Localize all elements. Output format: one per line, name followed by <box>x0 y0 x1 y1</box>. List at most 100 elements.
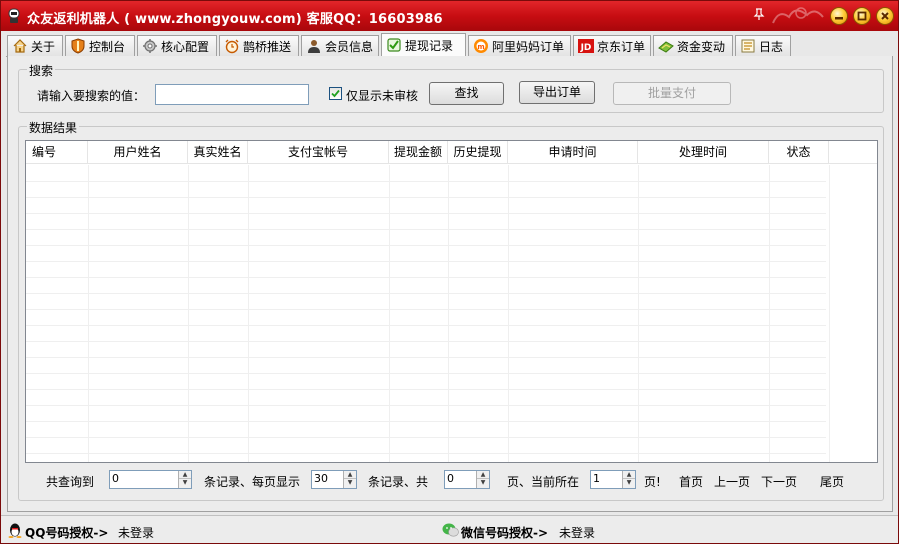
app-window: 众友返利机器人 ( www.zhongyouw.com) 客服QQ：166039… <box>0 0 899 544</box>
tab-label: 控制台 <box>89 39 126 54</box>
wechat-auth-label: 微信号码授权-> <box>461 526 549 540</box>
pager-total-label: 共查询到 <box>46 475 95 489</box>
column-header-real-name[interactable]: 真实姓名 <box>188 141 248 164</box>
tab-member-info[interactable]: 会员信息 <box>301 35 379 56</box>
tab-label: 会员信息 <box>325 39 374 54</box>
search-group-title: 搜索 <box>27 62 56 79</box>
column-header-id[interactable]: 编号 <box>26 141 88 164</box>
spin-up-icon[interactable]: ▲ <box>477 471 489 479</box>
maximize-icon <box>857 11 867 21</box>
spin-up-icon[interactable]: ▲ <box>623 471 635 479</box>
title-bar[interactable]: 众友返利机器人 ( www.zhongyouw.com) 客服QQ：166039… <box>1 1 898 31</box>
tab-console[interactable]: 控制台 <box>65 35 135 56</box>
pager-page-suffix: 页! <box>644 475 661 489</box>
search-input[interactable] <box>155 84 309 105</box>
grid-column-line <box>829 165 830 462</box>
tab-withdraw-records[interactable]: 提现记录 <box>381 33 466 56</box>
pin-icon[interactable] <box>753 7 765 21</box>
gear-icon <box>143 39 157 53</box>
alarm-clock-icon <box>225 39 239 54</box>
column-header-apply-time[interactable]: 申请时间 <box>508 141 638 164</box>
total-records-field[interactable]: 0 ▲ ▼ <box>109 470 192 489</box>
home-icon <box>13 39 27 53</box>
tab-label: 资金变动 <box>677 39 726 54</box>
tab-label: 鹊桥推送 <box>243 39 292 54</box>
grid-column-line <box>248 165 249 462</box>
spin-up-icon[interactable]: ▲ <box>344 471 356 479</box>
close-button[interactable] <box>876 7 894 25</box>
pager-pages-label: 条记录、共 <box>368 475 429 489</box>
spin-down-icon[interactable]: ▼ <box>477 479 489 487</box>
minimize-icon <box>835 17 843 20</box>
grid-column-line <box>389 165 390 462</box>
tab-fund-changes[interactable]: 资金变动 <box>653 35 733 56</box>
per-page-value: 30 <box>314 472 328 485</box>
column-header-withdraw-history[interactable]: 历史提现 <box>448 141 508 164</box>
column-header-process-time[interactable]: 处理时间 <box>638 141 769 164</box>
total-pages-field[interactable]: 0 ▲ ▼ <box>444 470 490 489</box>
find-button[interactable]: 查找 <box>429 82 504 105</box>
robot-app-icon <box>8 8 20 23</box>
tab-label: 京东订单 <box>597 39 646 54</box>
column-header-alipay-account[interactable]: 支付宝帐号 <box>248 141 389 164</box>
column-header-withdraw-amount[interactable]: 提现金额 <box>389 141 448 164</box>
spin-down-icon[interactable]: ▼ <box>179 479 191 487</box>
tab-jd-orders[interactable]: JD 京东订单 <box>573 35 651 56</box>
last-page-link[interactable]: 尾页 <box>820 473 844 490</box>
grid-column-line <box>769 165 770 462</box>
spin-down-icon[interactable]: ▼ <box>344 479 356 487</box>
batch-pay-button-label: 批量支付 <box>647 86 696 100</box>
per-page-field[interactable]: 30 ▲ ▼ <box>311 470 357 489</box>
grid-column-line <box>508 165 509 462</box>
first-page-link[interactable]: 首页 <box>679 473 703 490</box>
maximize-button[interactable] <box>853 7 871 25</box>
svg-text:m: m <box>477 43 484 51</box>
total-pages-value: 0 <box>447 472 454 485</box>
status-bar: QQ号码授权-> 未登录 微信号码授权-> 未登录 <box>1 515 898 543</box>
minimize-button[interactable] <box>830 7 848 25</box>
log-icon <box>741 39 755 53</box>
spin-down-icon[interactable]: ▼ <box>623 479 635 487</box>
table-body <box>26 165 877 462</box>
tab-log[interactable]: 日志 <box>735 35 791 56</box>
spin-arrows[interactable]: ▲ ▼ <box>476 471 489 488</box>
total-records-value: 0 <box>112 472 119 485</box>
checkbox-icon <box>387 38 401 52</box>
grid-column-line <box>448 165 449 462</box>
spin-up-icon[interactable]: ▲ <box>179 471 191 479</box>
results-table[interactable]: 编号 用户姓名 真实姓名 支付宝帐号 提现金额 历史提现 申请时间 处理时间 状… <box>25 140 878 463</box>
unreviewed-only-label[interactable]: 仅显示未审核 <box>346 87 418 104</box>
tab-about[interactable]: 关于 <box>7 35 63 56</box>
cloud-decoration-icon <box>772 7 824 24</box>
close-icon <box>881 12 889 20</box>
search-group: 搜索 请输入要搜索的值： 仅显示未审核 查找 导出订单 批量支付 <box>18 62 884 113</box>
spin-arrows[interactable]: ▲ ▼ <box>178 471 191 488</box>
column-header-status[interactable]: 状态 <box>769 141 829 164</box>
tab-bar: 关于 控制台 核心配置 鹊桥推送 会员信息 提现记录 m 阿里妈妈订单 JD 京… <box>7 33 892 57</box>
grid-row-line <box>26 213 826 214</box>
grid-row-line <box>26 261 826 262</box>
batch-pay-button[interactable]: 批量支付 <box>613 82 731 105</box>
grid-row-line <box>26 453 826 454</box>
pager-per-page-label: 条记录、每页显示 <box>204 475 301 489</box>
prev-page-link[interactable]: 上一页 <box>714 473 750 490</box>
next-page-link[interactable]: 下一页 <box>761 473 797 490</box>
grid-row-line <box>26 309 826 310</box>
export-orders-button[interactable]: 导出订单 <box>519 81 595 104</box>
spin-arrows[interactable]: ▲ ▼ <box>622 471 635 488</box>
wechat-icon <box>442 523 459 537</box>
checkmark-icon <box>331 89 340 98</box>
grid-row-line <box>26 405 826 406</box>
unreviewed-only-checkbox[interactable] <box>329 87 342 100</box>
tab-bridge-push[interactable]: 鹊桥推送 <box>219 35 299 56</box>
wechat-auth-status: 未登录 <box>559 526 596 540</box>
spin-arrows[interactable]: ▲ ▼ <box>343 471 356 488</box>
grid-row-line <box>26 341 826 342</box>
grid-row-line <box>26 389 826 390</box>
tab-alimama-orders[interactable]: m 阿里妈妈订单 <box>468 35 571 56</box>
withdraw-records-panel: 搜索 请输入要搜索的值： 仅显示未审核 查找 导出订单 批量支付 数据结果 编号 <box>7 56 893 512</box>
tab-core-config[interactable]: 核心配置 <box>137 35 217 56</box>
column-header-username[interactable]: 用户姓名 <box>88 141 188 164</box>
current-page-field[interactable]: 1 ▲ ▼ <box>590 470 636 489</box>
grid-row-line <box>26 277 826 278</box>
